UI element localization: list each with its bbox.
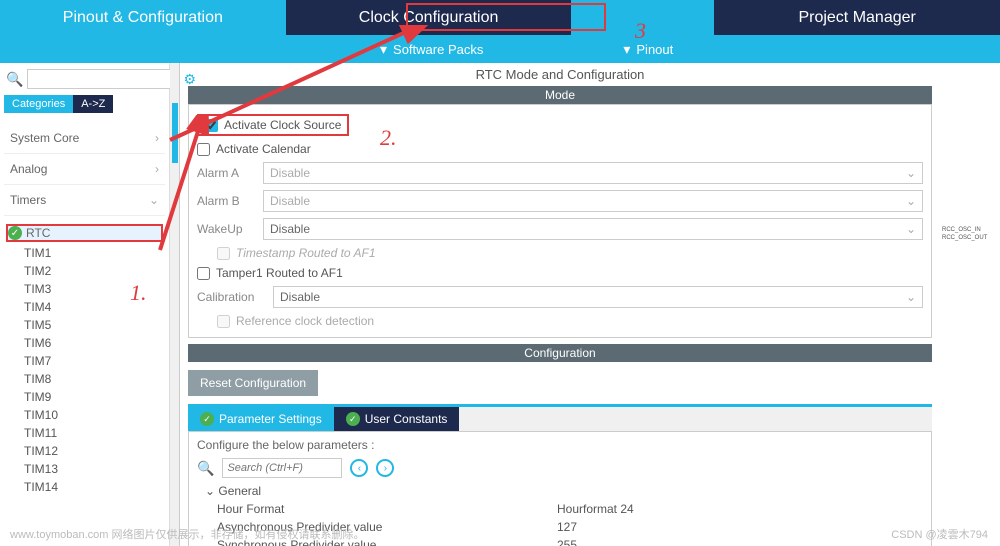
checkbox-activate-calendar[interactable] xyxy=(197,143,210,156)
label-alarm-b: Alarm B xyxy=(197,194,257,208)
check-icon: ✓ xyxy=(346,412,360,426)
annotation-3: 3 xyxy=(635,18,646,44)
tree-item-tim8[interactable]: TIM8 xyxy=(4,370,165,388)
label-alarm-a: Alarm A xyxy=(197,166,257,180)
tab-user-constants[interactable]: ✓ User Constants xyxy=(334,407,460,431)
tree-item-tim2[interactable]: TIM2 xyxy=(4,262,165,280)
subtab-label: Software Packs xyxy=(393,42,483,57)
tree-item-rtc[interactable]: ✓ RTC xyxy=(6,224,163,242)
annotation-1: 1. xyxy=(130,280,147,306)
tree-item-tim11[interactable]: TIM11 xyxy=(4,424,165,442)
label-calibration: Calibration xyxy=(197,290,267,304)
sidebar-tab-categories[interactable]: Categories xyxy=(4,95,73,113)
select-wakeup[interactable]: Disable⌄ xyxy=(263,218,923,240)
panel-title: RTC Mode and Configuration xyxy=(188,63,932,86)
tree-item-tim5[interactable]: TIM5 xyxy=(4,316,165,334)
select-alarm-a[interactable]: Disable⌄ xyxy=(263,162,923,184)
check-icon: ✓ xyxy=(8,226,22,240)
tab-project-manager[interactable]: Project Manager xyxy=(714,0,1000,35)
sidebar-scrollbar[interactable] xyxy=(170,63,180,546)
chevron-down-icon: ⌄ xyxy=(906,290,916,304)
group-general[interactable]: ⌄ General xyxy=(197,482,923,500)
prev-match-icon[interactable]: ‹ xyxy=(350,459,368,477)
checkbox-tamper[interactable] xyxy=(197,267,210,280)
tree-item-tim14[interactable]: TIM14 xyxy=(4,478,165,496)
label-wakeup: WakeUp xyxy=(197,222,257,236)
tree-item-tim6[interactable]: TIM6 xyxy=(4,334,165,352)
select-calibration[interactable]: Disable⌄ xyxy=(273,286,923,308)
tree-item-tim1[interactable]: TIM1 xyxy=(4,244,165,262)
check-icon: ✓ xyxy=(200,412,214,426)
chevron-down-icon: ⌄ xyxy=(906,194,916,208)
section-mode-header: Mode xyxy=(188,86,932,104)
label-activate-clock: Activate Clock Source xyxy=(224,118,341,132)
scroll-thumb[interactable] xyxy=(172,103,178,163)
label-tamper: Tamper1 Routed to AF1 xyxy=(216,266,343,280)
checkbox-activate-clock[interactable] xyxy=(205,119,218,132)
tree-item-tim10[interactable]: TIM10 xyxy=(4,406,165,424)
search-icon: 🔍 xyxy=(197,460,214,477)
subtab-software-packs[interactable]: Software Packs xyxy=(380,41,483,58)
reset-configuration-button[interactable]: Reset Configuration xyxy=(188,370,318,396)
tree-item-tim12[interactable]: TIM12 xyxy=(4,442,165,460)
annotation-2: 2. xyxy=(380,125,397,151)
label-refclock: Reference clock detection xyxy=(236,314,374,328)
select-alarm-b[interactable]: Disable⌄ xyxy=(263,190,923,212)
csdn-credit: CSDN @凌雲木794 xyxy=(891,526,988,542)
label-activate-calendar: Activate Calendar xyxy=(216,142,311,156)
tree-item-tim7[interactable]: TIM7 xyxy=(4,352,165,370)
category-timers[interactable]: Timers⌄ xyxy=(4,185,165,216)
tab-clock-config[interactable]: Clock Configuration xyxy=(286,0,572,35)
search-icon: 🔍 xyxy=(6,71,23,88)
subtab-pinout[interactable]: Pinout xyxy=(623,41,673,58)
chevron-down-icon: ⌄ xyxy=(149,193,159,207)
config-prompt: Configure the below parameters : xyxy=(197,436,923,454)
category-analog[interactable]: Analog› xyxy=(4,154,165,185)
checkbox-refclock xyxy=(217,315,230,328)
chevron-right-icon: › xyxy=(155,162,159,176)
chevron-right-icon: › xyxy=(155,131,159,145)
sidebar-search-input[interactable] xyxy=(27,69,179,89)
chevron-down-icon: ⌄ xyxy=(906,166,916,180)
tree-item-tim9[interactable]: TIM9 xyxy=(4,388,165,406)
param-search-input[interactable] xyxy=(222,458,342,478)
section-config-header: Configuration xyxy=(188,344,932,362)
tree-item-tim13[interactable]: TIM13 xyxy=(4,460,165,478)
checkbox-timestamp xyxy=(217,247,230,260)
tab-pinout-config[interactable]: Pinout & Configuration xyxy=(0,0,286,35)
chevron-down-icon xyxy=(380,41,387,58)
category-system-core[interactable]: System Core› xyxy=(4,123,165,154)
tab-parameter-settings[interactable]: ✓ Parameter Settings xyxy=(188,407,334,431)
pinout-preview: RCC_OSC_IN RCC_OSC_OUT xyxy=(940,63,1000,546)
param-hour-format[interactable]: Hour Format Hourformat 24 xyxy=(197,500,923,518)
watermark: www.toymoban.com 网络图片仅供展示，非存储，如有侵权请联系删除。 xyxy=(10,526,364,542)
chevron-down-icon xyxy=(623,41,630,58)
next-match-icon[interactable]: › xyxy=(376,459,394,477)
chevron-down-icon: ⌄ xyxy=(906,222,916,236)
label-timestamp: Timestamp Routed to AF1 xyxy=(236,246,376,260)
sidebar-tab-az[interactable]: A->Z xyxy=(73,95,113,113)
